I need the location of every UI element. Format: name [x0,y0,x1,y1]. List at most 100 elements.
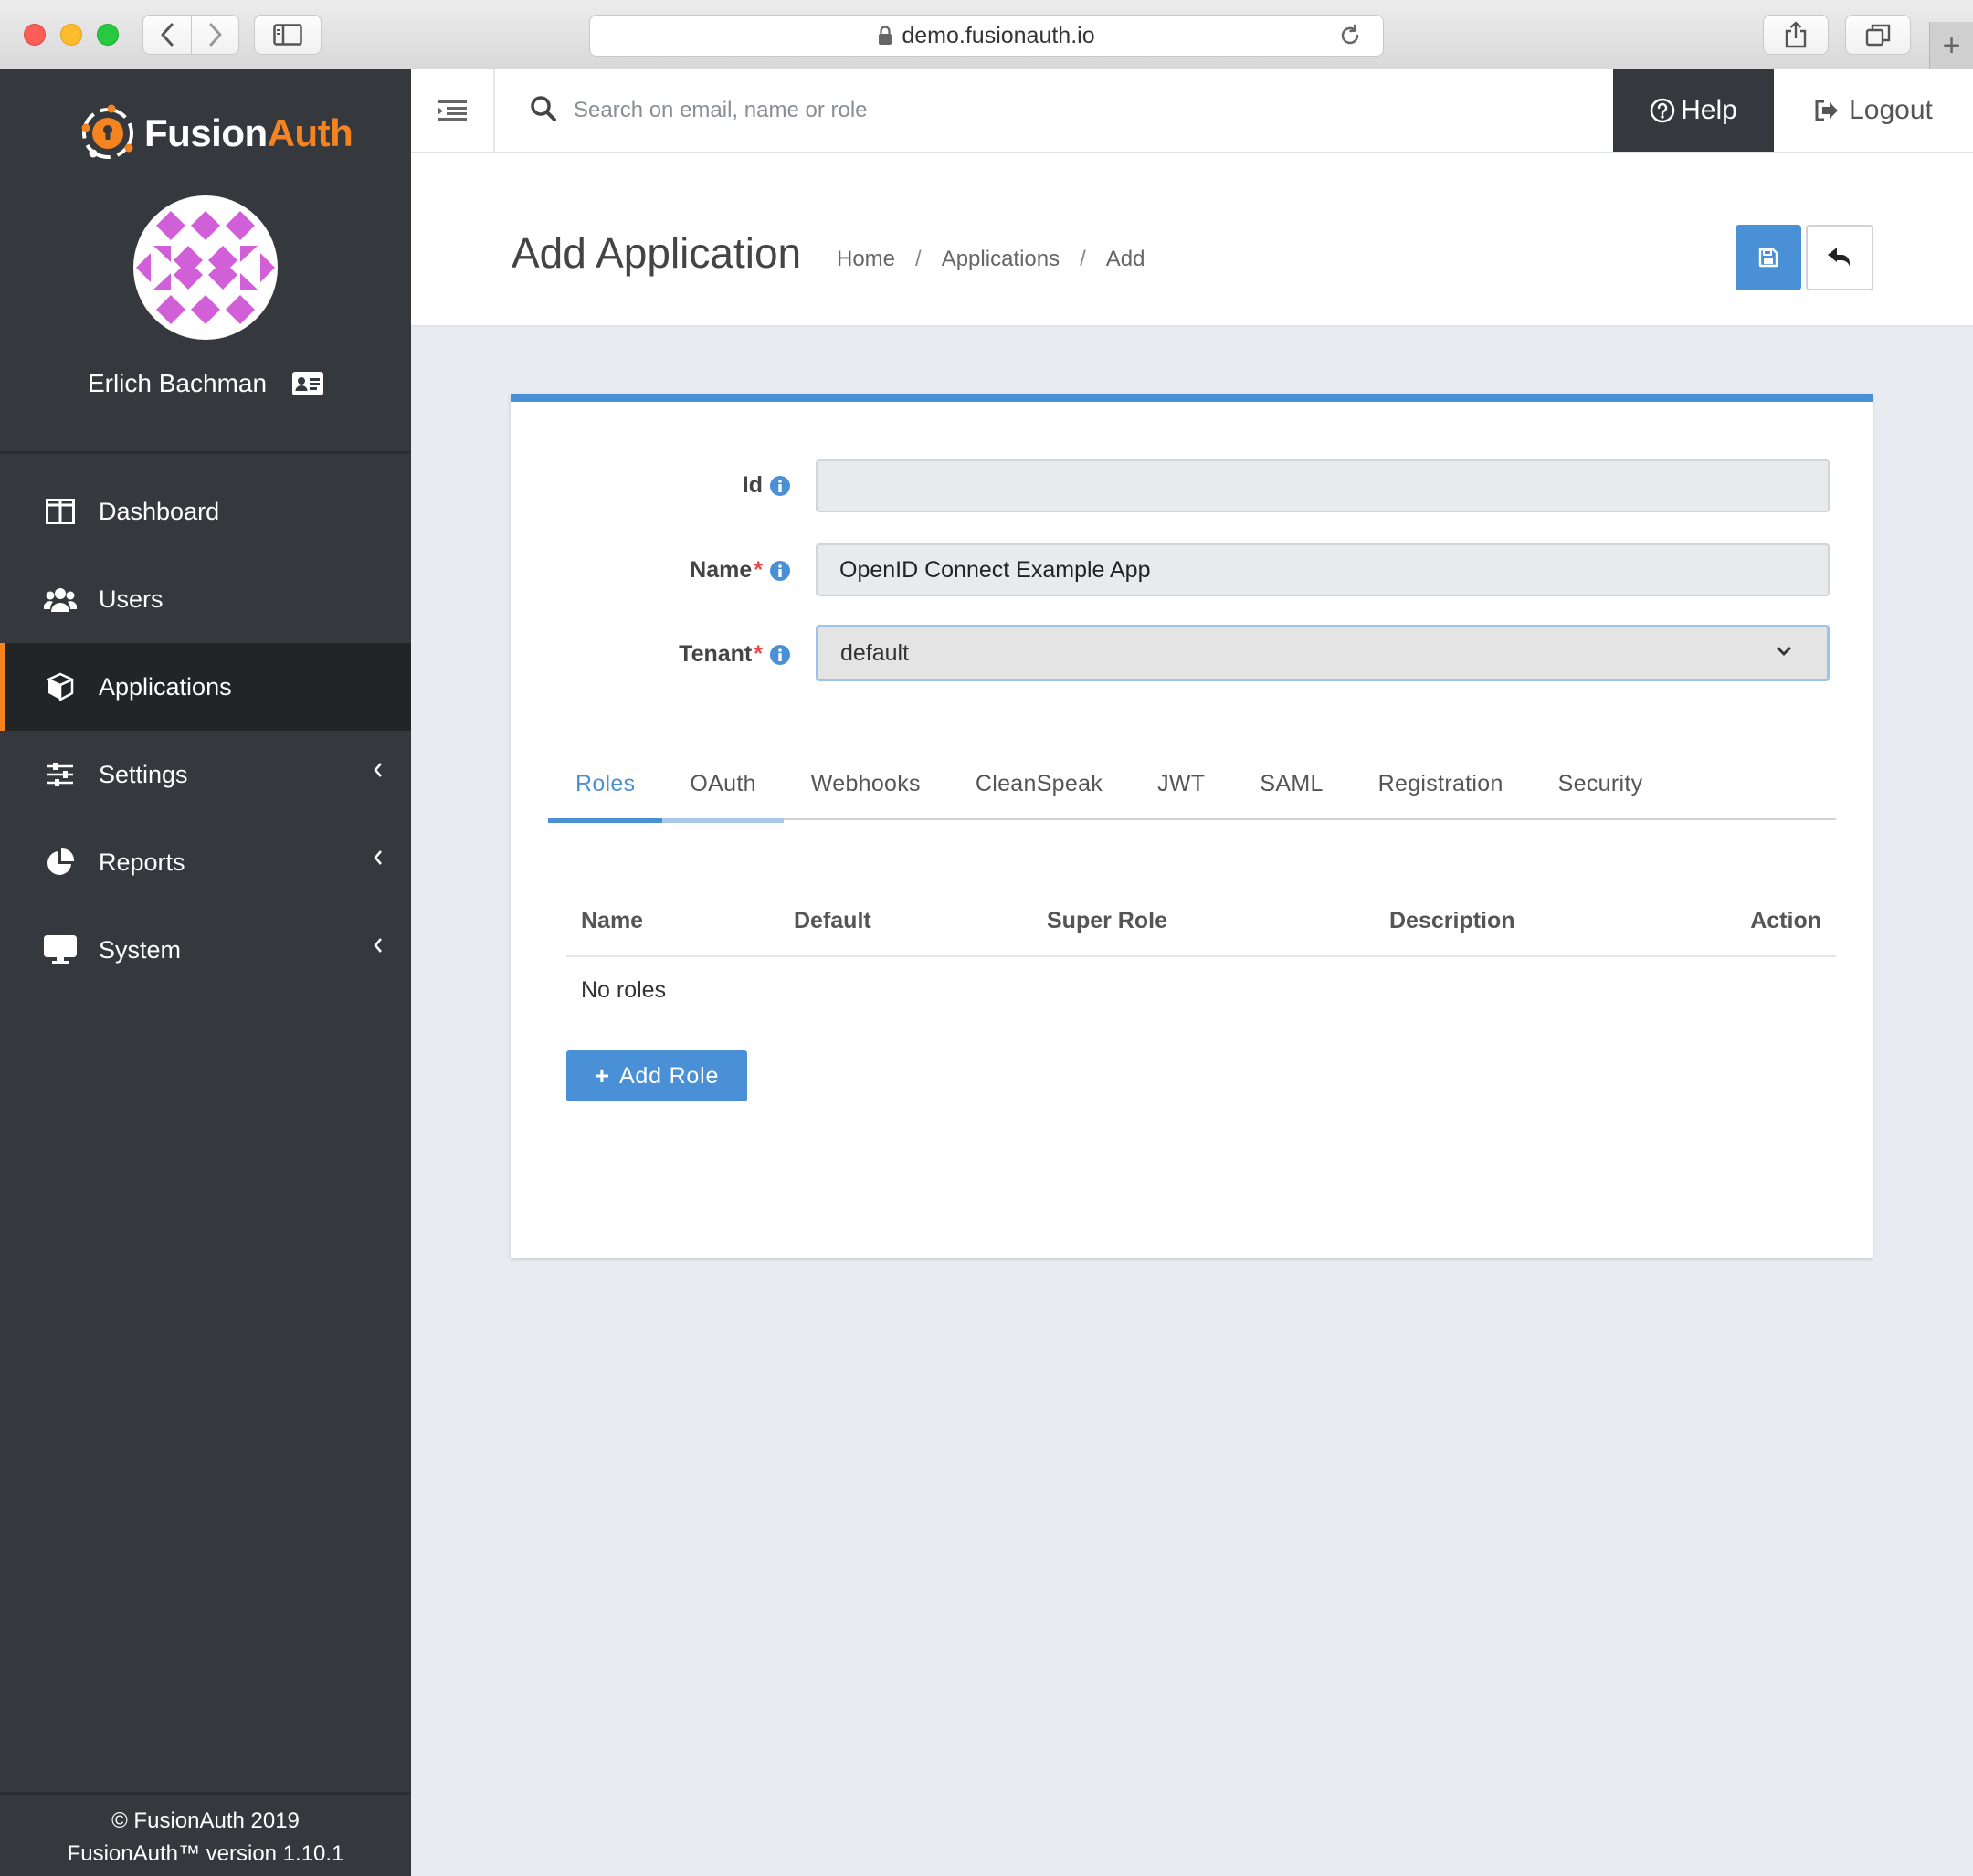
table-header-row: Name Default Super Role Description Acti… [566,902,1836,957]
top-bar: Help Logout [411,69,1973,153]
roles-table: Name Default Super Role Description Acti… [566,902,1836,1023]
plus-icon: + [1942,27,1961,63]
tenant-label-text: Tenant [679,641,753,667]
logout-button[interactable]: Logout [1774,69,1973,152]
address-bar[interactable]: demo.fusionauth.io [589,15,1384,57]
tenant-select[interactable]: default [816,625,1830,681]
sidebar-item-reports[interactable]: Reports [0,818,411,906]
application-form-card: Id Name * Tenant * default Roles OAuth W… [511,394,1873,1258]
page-header: Add Application Home / Applications / Ad… [411,153,1973,327]
name-field[interactable] [816,543,1830,596]
history-navigation [142,15,239,55]
info-icon[interactable] [770,560,790,581]
logo-wordmark: FusionAuth [144,111,353,155]
sidebar-item-dashboard[interactable]: Dashboard [0,468,411,555]
question-circle-icon [1650,98,1675,123]
sidebar-footer-divider [0,1792,411,1795]
breadcrumb-separator: / [915,247,922,271]
back-nav-button[interactable] [143,16,191,54]
sidebar-item-label: Dashboard [99,497,220,525]
user-info: Erlich Bachman [0,369,411,398]
tab-cleanspeak[interactable]: CleanSpeak [948,765,1130,820]
page-title: Add Application [512,229,802,277]
back-button[interactable] [1806,225,1873,290]
tab-saml[interactable]: SAML [1232,765,1350,820]
logo-text-fusion: Fusion [144,111,268,154]
url-text: demo.fusionauth.io [902,22,1095,48]
avatar[interactable] [133,195,278,340]
reply-icon [1828,248,1850,267]
chevron-left-icon [374,763,382,777]
tab-registration[interactable]: Registration [1351,765,1531,820]
tab-jwt[interactable]: JWT [1130,765,1232,820]
tenant-selected-value: default [840,639,910,666]
id-field[interactable] [816,459,1830,512]
name-label: Name * [690,557,790,584]
required-asterisk: * [754,557,763,583]
search-input[interactable] [574,90,1396,132]
window-minimize-button[interactable] [60,24,82,46]
sidebar: FusionAuth Erlich Bachman Dashboard User… [0,69,411,1876]
info-icon[interactable] [770,644,790,665]
new-tab-button[interactable]: + [1929,22,1973,69]
sidebar-icon [273,24,302,46]
tab-oauth[interactable]: OAuth [662,765,785,823]
toggle-sidebar-button[interactable] [254,15,322,55]
indent-icon [438,100,467,121]
breadcrumb: Home / Applications / Add [837,247,1145,272]
share-button[interactable] [1763,15,1829,55]
plus-icon: + [594,1061,610,1090]
user-name[interactable]: Erlich Bachman [88,369,267,398]
chevron-down-icon [1777,647,1791,656]
help-label: Help [1681,95,1737,125]
sidebar-item-label: Settings [99,760,188,788]
desktop-icon [44,933,77,966]
tenant-label: Tenant * [679,641,790,668]
sidebar-item-applications[interactable]: Applications [0,643,411,731]
share-icon [1785,21,1807,48]
tab-overview-button[interactable] [1845,15,1911,55]
tab-webhooks[interactable]: Webhooks [784,765,948,820]
sidebar-item-system[interactable]: System [0,906,411,994]
logo-text-auth: Auth [267,111,353,154]
window-zoom-button[interactable] [97,24,119,46]
cube-icon [44,670,77,703]
avatar-identicon [136,198,275,337]
search-icon [531,96,556,121]
sidebar-item-users[interactable]: Users [0,555,411,643]
users-icon [44,583,77,616]
sidebar-footer: © FusionAuth 2019 FusionAuth™ version 1.… [0,1805,411,1871]
pie-chart-icon [44,846,77,879]
save-icon [1758,248,1778,268]
window-close-button[interactable] [24,24,46,46]
sliders-icon [44,758,77,791]
add-role-button[interactable]: + Add Role [566,1050,747,1101]
reload-icon[interactable] [1337,23,1363,48]
sidebar-item-label: Applications [99,672,232,701]
application-tabs: Roles OAuth Webhooks CleanSpeak JWT SAML… [548,765,1836,823]
breadcrumb-home[interactable]: Home [837,247,895,272]
tab-security[interactable]: Security [1531,765,1671,820]
fusionauth-logo[interactable]: FusionAuth [77,102,353,164]
sidebar-divider [0,451,411,454]
name-label-text: Name [690,557,753,583]
chevron-left-icon [374,850,382,865]
sidebar-item-settings[interactable]: Settings [0,731,411,818]
id-card-icon[interactable] [292,372,324,395]
column-header-default: Default [794,908,871,933]
help-button[interactable]: Help [1613,69,1774,152]
forward-nav-button[interactable] [191,16,238,54]
copyright-text: © FusionAuth 2019 [111,1808,300,1833]
info-icon[interactable] [770,475,790,496]
breadcrumb-applications[interactable]: Applications [942,247,1060,272]
sidebar-menu: Dashboard Users Applications Settings Re… [0,468,411,994]
no-roles-text: No roles [581,977,667,1003]
fusionauth-logo-icon [81,104,133,159]
save-button[interactable] [1736,225,1801,290]
version-text: FusionAuth™ version 1.10.1 [67,1841,344,1866]
tab-roles[interactable]: Roles [548,765,663,823]
browser-toolbar: demo.fusionauth.io + [0,0,1973,69]
sidebar-item-label: Reports [99,848,185,876]
menu-toggle-button[interactable] [411,69,495,152]
breadcrumb-add: Add [1105,247,1145,271]
